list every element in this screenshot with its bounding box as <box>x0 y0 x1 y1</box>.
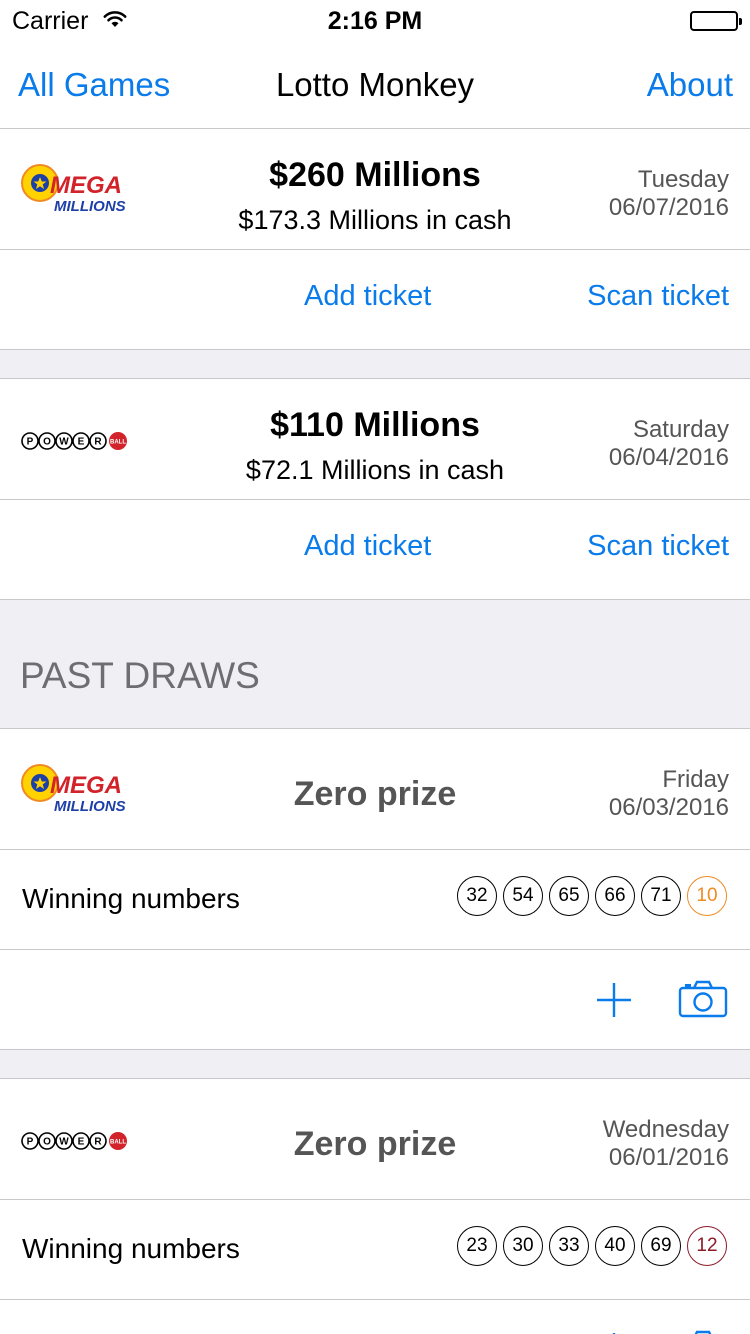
add-ticket-button[interactable]: Add ticket <box>304 280 431 313</box>
page-title: Lotto Monkey <box>275 66 475 103</box>
number-ball: 23 <box>457 1226 497 1266</box>
upcoming-draw-card: P O W E R BALL $110 Millions $72.1 Milli… <box>0 378 750 600</box>
bonus-ball: 12 <box>687 1226 727 1266</box>
number-balls: 23 30 33 40 69 12 <box>457 1226 727 1266</box>
navigation-bar: All Games Lotto Monkey About <box>0 40 750 129</box>
number-ball: 69 <box>641 1226 681 1266</box>
number-ball: 71 <box>641 876 681 916</box>
draw-day: Saturday <box>632 416 729 443</box>
past-draws-header: PAST DRAWS <box>20 655 260 696</box>
plus-icon[interactable] <box>594 1330 634 1334</box>
draw-day: Tuesday <box>637 166 729 193</box>
number-ball: 32 <box>457 876 497 916</box>
number-ball: 65 <box>549 876 589 916</box>
draw-date: Saturday 06/04/2016 <box>609 416 729 472</box>
draw-date-value: 06/07/2016 <box>608 194 729 221</box>
winning-numbers-row: Winning numbers 32 54 65 66 71 10 <box>0 849 750 949</box>
winning-numbers-label: Winning numbers <box>22 883 240 914</box>
add-ticket-button[interactable]: Add ticket <box>304 530 431 563</box>
winning-numbers-label: Winning numbers <box>22 1233 240 1264</box>
number-ball: 54 <box>503 876 543 916</box>
clock: 2:16 PM <box>327 7 423 35</box>
draw-date: Friday 06/03/2016 <box>609 766 729 822</box>
draw-date-value: 06/03/2016 <box>608 794 729 821</box>
jackpot-row[interactable]: P O W E R BALL $110 Millions $72.1 Milli… <box>0 379 750 499</box>
draw-date-value: 06/01/2016 <box>608 1144 729 1171</box>
jackpot-row[interactable]: MEGA MILLIONS $260 Millions $173.3 Milli… <box>0 129 750 249</box>
battery-icon <box>690 11 742 31</box>
result-row[interactable]: MEGA MILLIONS Zero prize Friday 06/03/20… <box>0 729 750 849</box>
draw-day: Wednesday <box>602 1116 729 1143</box>
upcoming-draw-card: MEGA MILLIONS $260 Millions $173.3 Milli… <box>0 128 750 350</box>
number-ball: 33 <box>549 1226 589 1266</box>
ticket-actions-row <box>0 949 750 1049</box>
scan-ticket-button[interactable]: Scan ticket <box>587 280 729 313</box>
ticket-actions-row <box>0 1299 750 1334</box>
draw-day: Friday <box>662 766 729 793</box>
ticket-actions-row: Add ticket Scan ticket <box>0 499 750 599</box>
about-button[interactable]: About <box>647 66 733 104</box>
past-draw-card: MEGA MILLIONS Zero prize Friday 06/03/20… <box>0 728 750 1050</box>
draw-date-value: 06/04/2016 <box>608 444 729 471</box>
status-bar: Carrier 2:16 PM <box>0 0 750 40</box>
draw-date: Tuesday 06/07/2016 <box>609 166 729 222</box>
camera-icon[interactable] <box>678 1329 728 1334</box>
number-balls: 32 54 65 66 71 10 <box>457 876 727 916</box>
number-ball: 30 <box>503 1226 543 1266</box>
number-ball: 40 <box>595 1226 635 1266</box>
past-draw-card: P O W E R BALL Zero prize Wednesday 06/0… <box>0 1078 750 1334</box>
winning-numbers-row: Winning numbers 23 30 33 40 69 12 <box>0 1199 750 1299</box>
number-ball: 66 <box>595 876 635 916</box>
result-row[interactable]: P O W E R BALL Zero prize Wednesday 06/0… <box>0 1079 750 1199</box>
ticket-actions-row: Add ticket Scan ticket <box>0 249 750 349</box>
bonus-ball: 10 <box>687 876 727 916</box>
camera-icon[interactable] <box>678 979 728 1024</box>
scan-ticket-button[interactable]: Scan ticket <box>587 530 729 563</box>
plus-icon[interactable] <box>594 980 634 1025</box>
draw-date: Wednesday 06/01/2016 <box>603 1116 729 1172</box>
